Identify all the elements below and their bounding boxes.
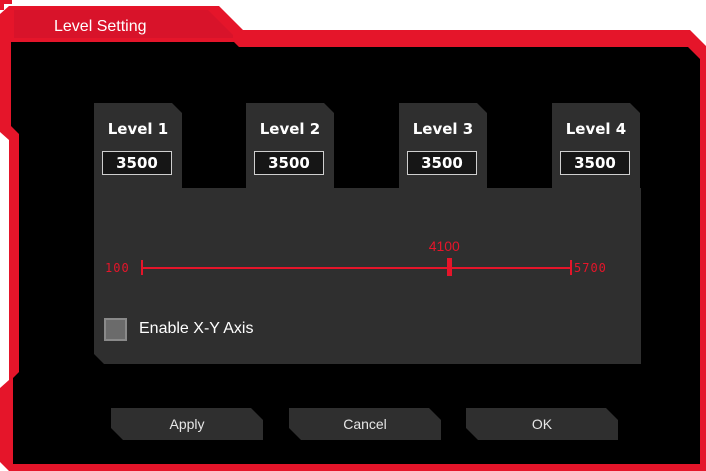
tab-level-1-label: Level 1 xyxy=(107,120,169,138)
ok-button[interactable]: OK xyxy=(466,408,618,440)
level-2-value-field[interactable]: 3500 xyxy=(253,150,325,176)
tab-level-3-label: Level 3 xyxy=(412,120,474,138)
apply-button[interactable]: Apply xyxy=(111,408,263,440)
tab-level-4[interactable]: Level 4 3500 xyxy=(552,103,640,188)
cancel-button[interactable]: Cancel xyxy=(289,408,441,440)
dpi-slider-thumb[interactable] xyxy=(446,258,452,276)
slider-end-tick xyxy=(570,260,572,275)
slider-max-label: 5700 xyxy=(574,261,607,275)
tab-level-1[interactable]: Level 1 3500 xyxy=(94,103,182,188)
level-3-value-field[interactable]: 3500 xyxy=(406,150,478,176)
enable-xy-axis-checkbox[interactable] xyxy=(104,318,127,341)
dpi-slider-track[interactable] xyxy=(143,267,571,269)
enable-xy-axis-label: Enable X-Y Axis xyxy=(139,320,254,337)
tab-level-3[interactable]: Level 3 3500 xyxy=(399,103,487,188)
level-1-value-field[interactable]: 3500 xyxy=(101,150,173,176)
tab-level-4-label: Level 4 xyxy=(565,120,627,138)
level-4-value-field[interactable]: 3500 xyxy=(559,150,631,176)
tab-level-2-label: Level 2 xyxy=(259,120,321,138)
window-title: Level Setting xyxy=(54,18,147,35)
tab-level-2[interactable]: Level 2 3500 xyxy=(246,103,334,188)
slider-min-label: 100 xyxy=(105,261,130,275)
slider-value-label: 4100 xyxy=(428,238,460,254)
slider-start-tick xyxy=(141,260,143,275)
